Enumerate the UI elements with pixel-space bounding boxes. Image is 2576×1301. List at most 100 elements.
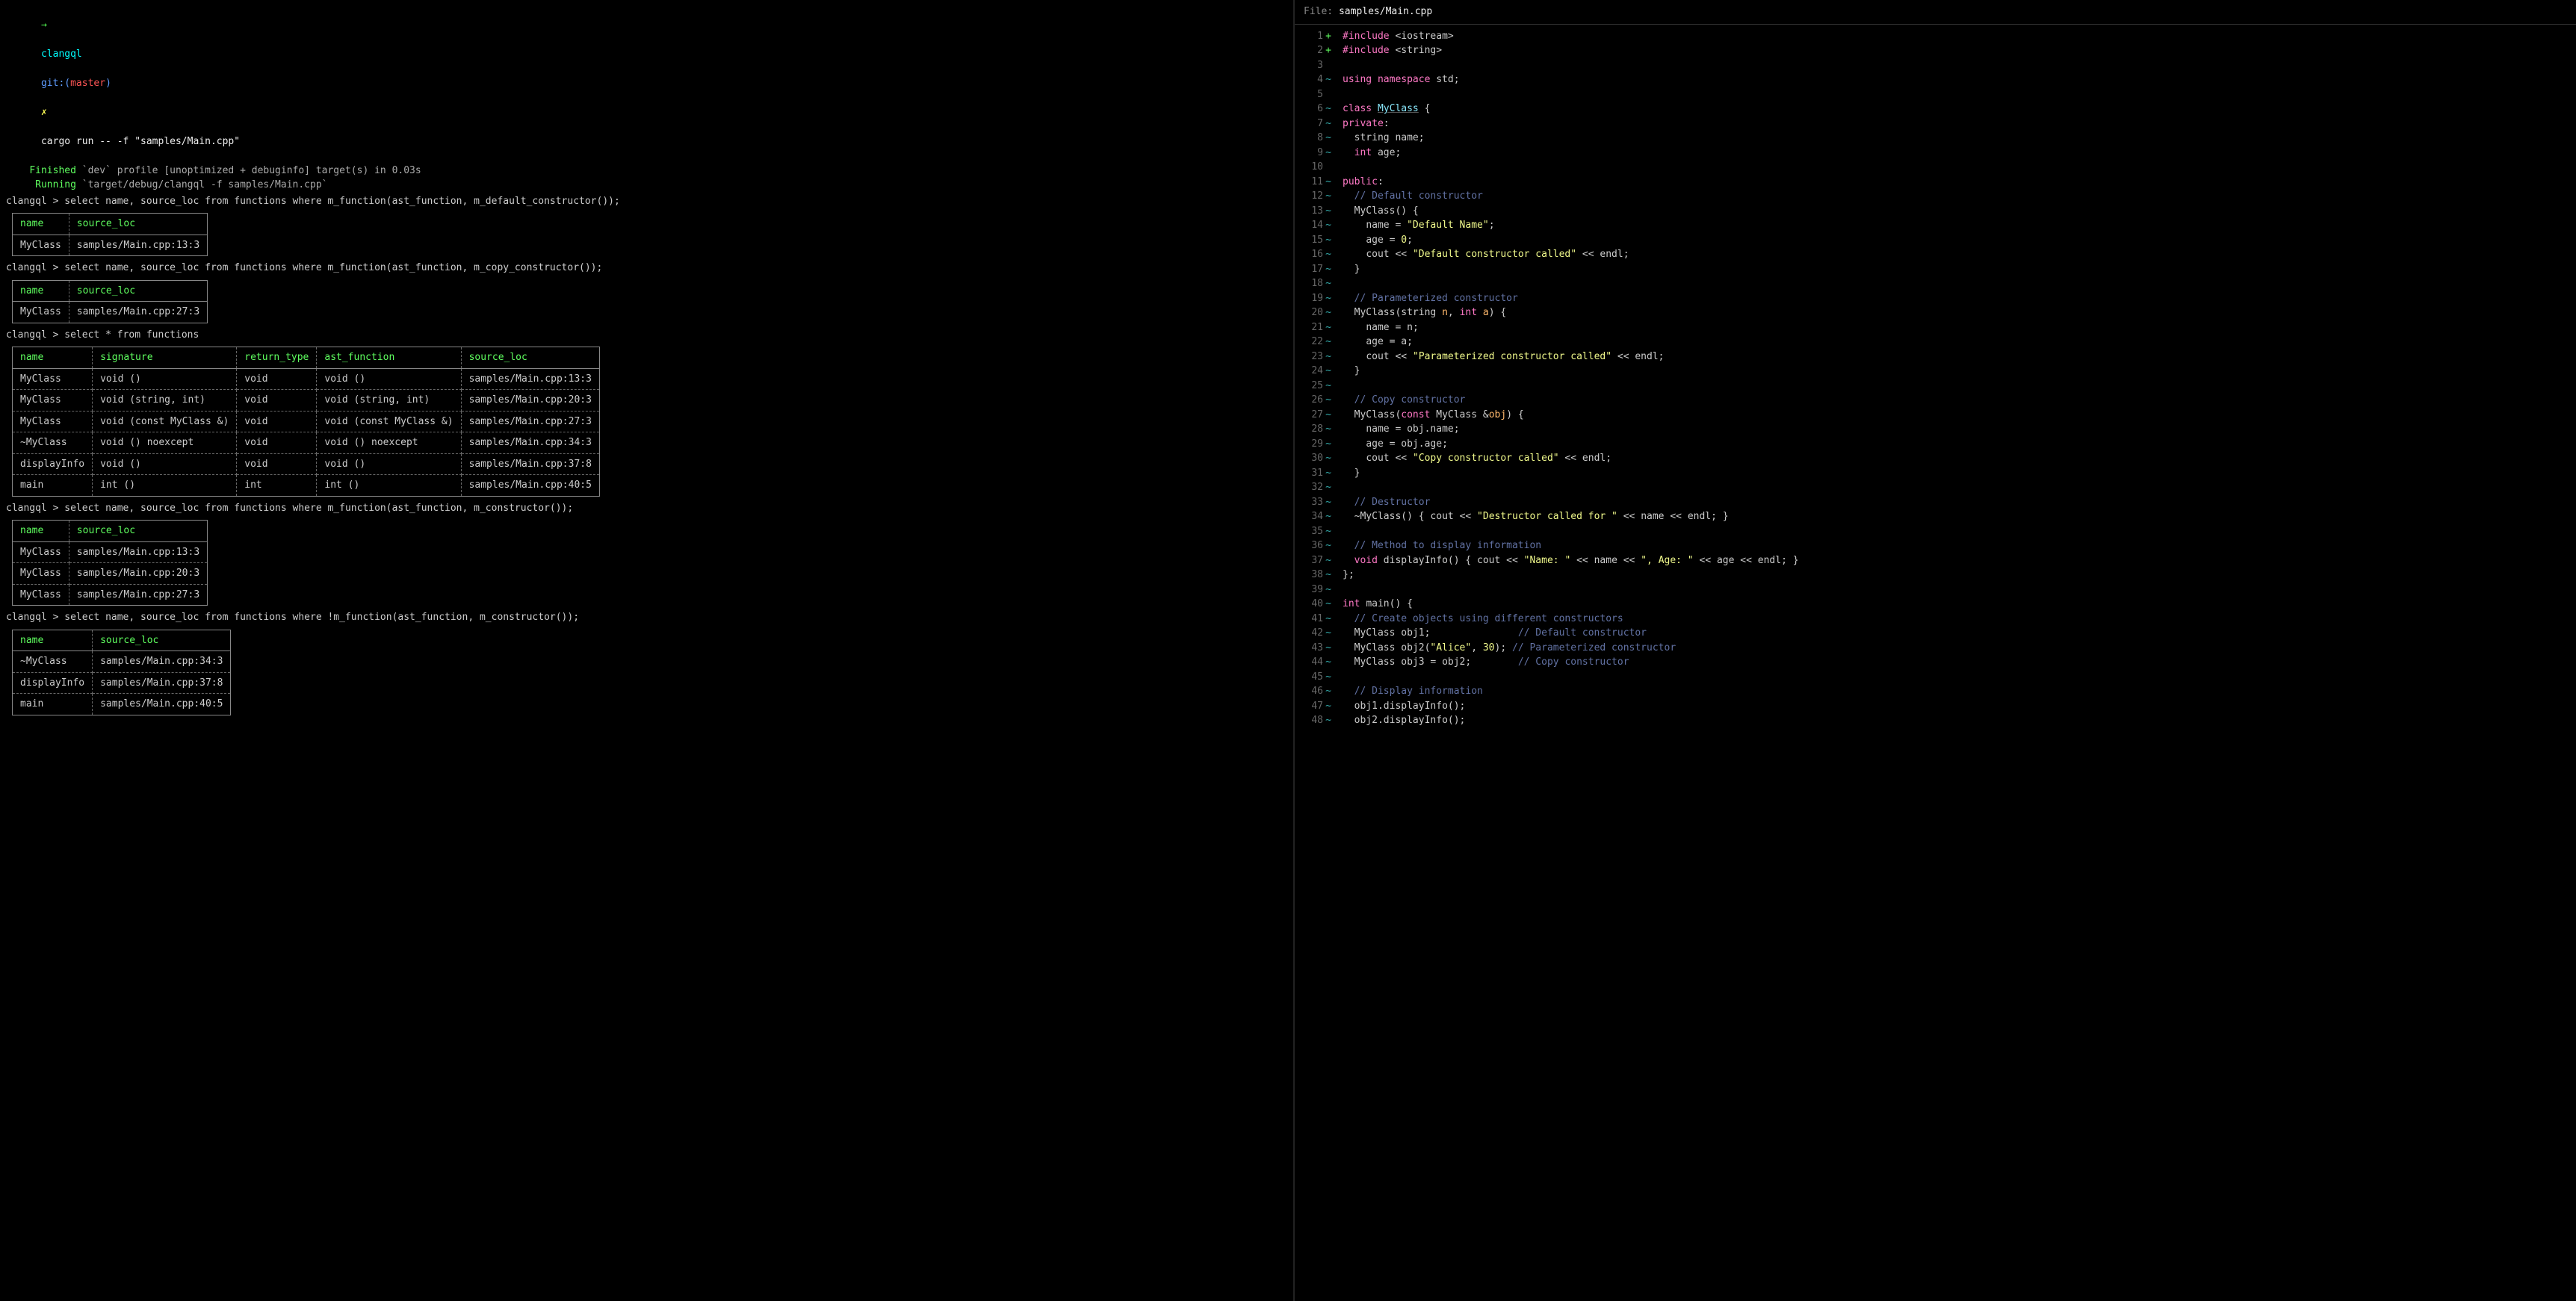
code-line[interactable]: name = "Default Name"; xyxy=(1343,218,1799,233)
code-line[interactable]: cout << "Default constructor called" << … xyxy=(1343,247,1799,262)
code-line[interactable]: age = a; xyxy=(1343,335,1799,350)
table-cell: MyClass xyxy=(13,411,93,432)
code-line[interactable]: MyClass obj3 = obj2; // Copy constructor xyxy=(1343,655,1799,670)
result-table: namesource_locMyClasssamples/Main.cpp:13… xyxy=(12,213,208,256)
gutter-line: 33~ xyxy=(1304,495,1334,510)
gutter-line: 28~ xyxy=(1304,422,1334,437)
table-cell: ~MyClass xyxy=(13,651,93,673)
code-line[interactable]: using namespace std; xyxy=(1343,72,1799,87)
gutter-line: 6~ xyxy=(1304,102,1334,117)
table-cell: int () xyxy=(93,475,237,497)
table-header-cell: signature xyxy=(93,347,237,369)
repl-prompt: clangql > xyxy=(6,612,64,623)
gutter-line: 2+ xyxy=(1304,43,1334,58)
table-header-cell: name xyxy=(13,521,69,542)
code-area[interactable]: 1+2+34~56~7~8~9~1011~12~13~14~15~16~17~1… xyxy=(1295,25,2576,733)
gutter-line: 25~ xyxy=(1304,379,1334,394)
code-line[interactable]: int age; xyxy=(1343,146,1799,161)
table-cell: samples/Main.cpp:27:3 xyxy=(461,411,599,432)
code-line[interactable]: int main() { xyxy=(1343,597,1799,612)
table-cell: void xyxy=(237,411,317,432)
code-line[interactable] xyxy=(1343,480,1799,495)
code-line[interactable]: name = obj.name; xyxy=(1343,422,1799,437)
table-row: displayInfovoid ()voidvoid ()samples/Mai… xyxy=(13,453,600,475)
code-line[interactable]: // Create objects using different constr… xyxy=(1343,612,1799,627)
code-line[interactable]: #include <string> xyxy=(1343,43,1799,58)
cargo-finished-line: Finished `dev` profile [unoptimized + de… xyxy=(6,164,1287,178)
code-line[interactable]: // Destructor xyxy=(1343,495,1799,510)
repl-sql: select * from functions xyxy=(64,329,199,341)
code-line[interactable]: // Parameterized constructor xyxy=(1343,291,1799,306)
code-line[interactable]: void displayInfo() { cout << "Name: " <<… xyxy=(1343,553,1799,568)
table-cell: MyClass xyxy=(13,563,69,585)
code-line[interactable]: MyClass() { xyxy=(1343,204,1799,219)
code-line[interactable] xyxy=(1343,276,1799,291)
code-line[interactable]: // Default constructor xyxy=(1343,189,1799,204)
code-line[interactable]: private: xyxy=(1343,117,1799,131)
table-header-cell: source_loc xyxy=(93,630,231,651)
code-line[interactable] xyxy=(1343,160,1799,175)
gutter-line: 21~ xyxy=(1304,320,1334,335)
code-line[interactable] xyxy=(1343,87,1799,102)
finished-label: Finished xyxy=(29,165,76,176)
code-line[interactable]: // Method to display information xyxy=(1343,538,1799,553)
table-cell: MyClass xyxy=(13,368,93,390)
code-line[interactable]: } xyxy=(1343,364,1799,379)
table-cell: void (string, int) xyxy=(317,390,461,412)
table-row: MyClasssamples/Main.cpp:20:3 xyxy=(13,563,208,585)
gutter-line: 29~ xyxy=(1304,437,1334,452)
gutter-line: 39~ xyxy=(1304,583,1334,597)
code-line[interactable]: age = obj.age; xyxy=(1343,437,1799,452)
gutter-line: 47~ xyxy=(1304,699,1334,714)
gutter-line: 22~ xyxy=(1304,335,1334,350)
repl-query-line[interactable]: clangql > select name, source_loc from f… xyxy=(6,194,1287,209)
terminal-pane[interactable]: → clangql git:(master) ✗ cargo run -- -f… xyxy=(0,0,1295,1301)
code-line[interactable]: obj1.displayInfo(); xyxy=(1343,699,1799,714)
code-line[interactable]: // Display information xyxy=(1343,684,1799,699)
table-cell: displayInfo xyxy=(13,453,93,475)
code-line[interactable] xyxy=(1343,524,1799,539)
code-line[interactable]: MyClass(const MyClass &obj) { xyxy=(1343,408,1799,423)
cargo-running-line: Running `target/debug/clangql -f samples… xyxy=(6,178,1287,193)
finished-text: `dev` profile [unoptimized + debuginfo] … xyxy=(76,165,421,176)
code-line[interactable]: }; xyxy=(1343,568,1799,583)
table-cell: main xyxy=(13,694,93,715)
table-cell: samples/Main.cpp:37:8 xyxy=(461,453,599,475)
gutter-line: 35~ xyxy=(1304,524,1334,539)
table-header-cell: ast_function xyxy=(317,347,461,369)
table-cell: samples/Main.cpp:37:8 xyxy=(93,672,231,694)
code-line[interactable]: cout << "Parameterized constructor calle… xyxy=(1343,350,1799,364)
table-row: MyClasssamples/Main.cpp:27:3 xyxy=(13,584,208,606)
gutter-line: 43~ xyxy=(1304,641,1334,656)
code-line[interactable]: public: xyxy=(1343,175,1799,190)
repl-query-line[interactable]: clangql > select name, source_loc from f… xyxy=(6,610,1287,625)
code-line[interactable] xyxy=(1343,583,1799,597)
code-line[interactable]: MyClass(string n, int a) { xyxy=(1343,305,1799,320)
table-cell: void (const MyClass &) xyxy=(93,411,237,432)
table-cell: MyClass xyxy=(13,390,93,412)
table-cell: void (string, int) xyxy=(93,390,237,412)
code-line[interactable]: obj2.displayInfo(); xyxy=(1343,713,1799,728)
file-view-pane[interactable]: File: samples/Main.cpp 1+2+34~56~7~8~9~1… xyxy=(1295,0,2576,1301)
code-line[interactable]: class MyClass { xyxy=(1343,102,1799,117)
code-line[interactable]: age = 0; xyxy=(1343,233,1799,248)
repl-query-line[interactable]: clangql > select name, source_loc from f… xyxy=(6,261,1287,276)
code-line[interactable] xyxy=(1343,379,1799,394)
repl-query-line[interactable]: clangql > select name, source_loc from f… xyxy=(6,501,1287,516)
code-line[interactable]: MyClass obj2("Alice", 30); // Parameteri… xyxy=(1343,641,1799,656)
code-line[interactable]: #include <iostream> xyxy=(1343,29,1799,44)
repl-query-line[interactable]: clangql > select * from functions xyxy=(6,328,1287,343)
code-line[interactable]: } xyxy=(1343,466,1799,481)
code-line[interactable]: cout << "Copy constructor called" << end… xyxy=(1343,451,1799,466)
code-line[interactable]: // Copy constructor xyxy=(1343,393,1799,408)
code-line[interactable] xyxy=(1343,58,1799,73)
table-cell: displayInfo xyxy=(13,672,93,694)
table-row: mainint ()intint ()samples/Main.cpp:40:5 xyxy=(13,475,600,497)
code-line[interactable]: name = n; xyxy=(1343,320,1799,335)
code-line[interactable]: } xyxy=(1343,262,1799,277)
code-line[interactable]: string name; xyxy=(1343,131,1799,146)
code-content[interactable]: #include <iostream>#include <string> usi… xyxy=(1337,25,1805,733)
code-line[interactable] xyxy=(1343,670,1799,685)
code-line[interactable]: MyClass obj1; // Default constructor xyxy=(1343,626,1799,641)
code-line[interactable]: ~MyClass() { cout << "Destructor called … xyxy=(1343,509,1799,524)
